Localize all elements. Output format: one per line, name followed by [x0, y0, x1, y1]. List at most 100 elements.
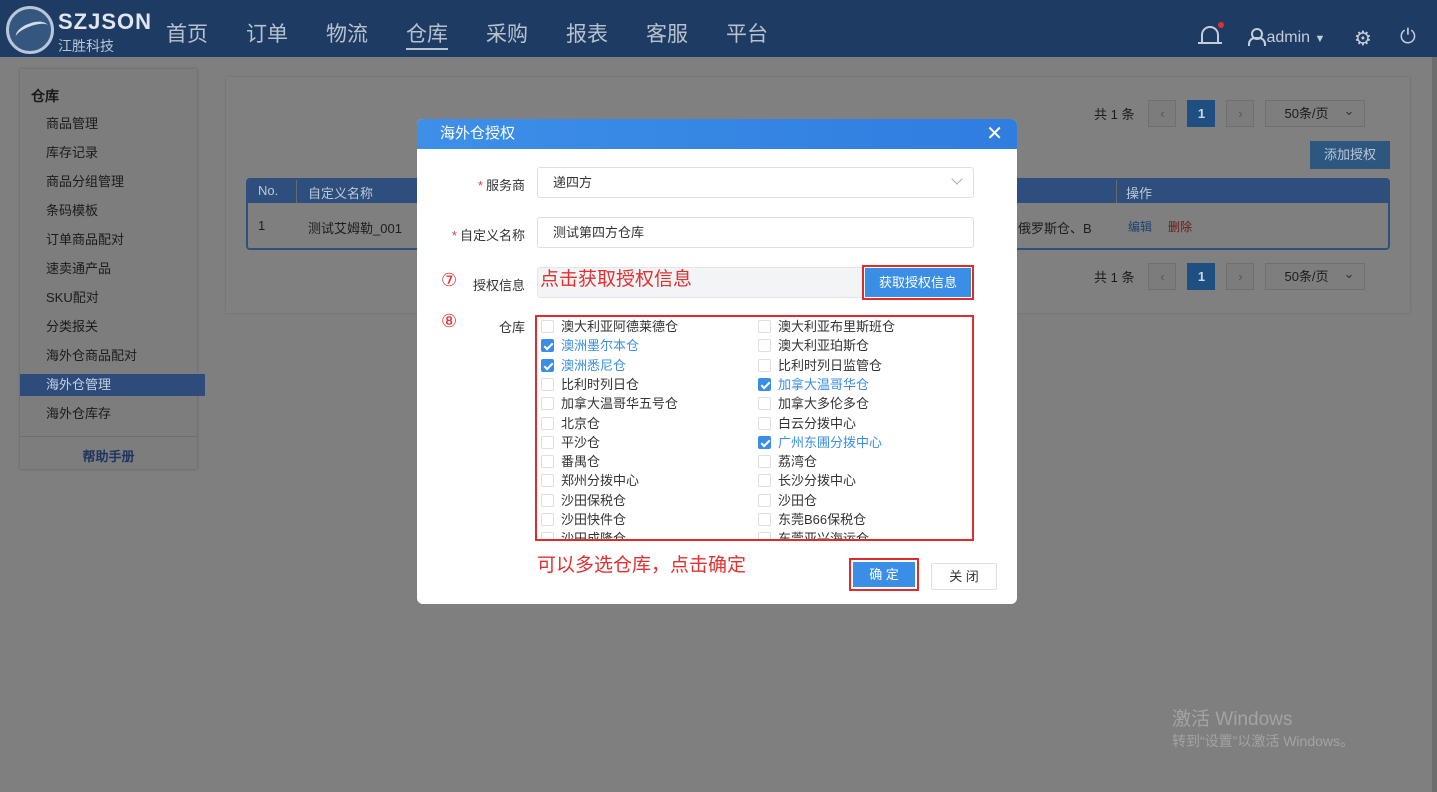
checkbox-unchecked[interactable]: [541, 493, 554, 507]
sidebar: 仓库 商品管理 库存记录 商品分组管理 条码模板 订单商品配对 速卖通产品 SK…: [20, 69, 205, 469]
sidebar-item-overseas-product-match[interactable]: 海外仓商品配对: [20, 345, 197, 367]
warehouse-checkbox-item[interactable]: 平沙仓: [537, 433, 600, 452]
warehouse-checkbox-item[interactable]: 北京仓: [537, 414, 600, 433]
checkbox-unchecked[interactable]: [541, 455, 554, 469]
checkbox-unchecked[interactable]: [758, 493, 771, 507]
warehouse-checkbox-item[interactable]: 沙田仓: [754, 491, 817, 510]
provider-select[interactable]: 递四方: [537, 167, 974, 198]
warehouse-checkbox-item[interactable]: 东莞B66保税仓: [754, 510, 866, 529]
caret-down-icon: ▼: [1314, 33, 1326, 45]
nav-home[interactable]: 首页: [166, 0, 246, 57]
warehouse-checkbox-item[interactable]: 澳洲悉尼仓: [537, 356, 626, 375]
checkbox-unchecked[interactable]: [541, 416, 554, 430]
warehouse-checkbox-item[interactable]: 广州东圃分拨中心: [754, 433, 882, 452]
checkbox-unchecked[interactable]: [541, 377, 554, 391]
warehouse-checkbox-item[interactable]: 澳洲墨尔本仓: [537, 336, 639, 355]
custom-name-input[interactable]: 测试第四方仓库: [537, 217, 974, 248]
warehouse-name: 沙田保税仓: [561, 492, 627, 508]
sidebar-item-products[interactable]: 商品管理: [20, 113, 197, 135]
warehouse-checkbox-list[interactable]: 澳大利亚阿德莱德仓 澳洲墨尔本仓 澳洲悉尼仓 比利时列日仓 加拿大温哥华五号仓 北京仓 平沙…: [535, 315, 974, 541]
nav-logistics[interactable]: 物流: [326, 0, 406, 57]
scrollbar-track[interactable]: [1432, 57, 1437, 792]
help-manual-link[interactable]: 帮助手册: [20, 436, 197, 469]
sidebar-item-customs[interactable]: 分类报关: [20, 316, 197, 338]
sidebar-item-aliexpress-products[interactable]: 速卖通产品: [20, 258, 197, 280]
warehouse-checkbox-item[interactable]: 荔湾仓: [754, 452, 817, 471]
dialog-title: 海外仓授权: [440, 125, 516, 142]
checkbox-unchecked[interactable]: [541, 435, 554, 449]
delete-link[interactable]: 删除: [1168, 218, 1192, 235]
warehouse-checkbox-item[interactable]: 番禺仓: [537, 452, 600, 471]
warehouse-checkbox-item[interactable]: 澳大利亚阿德莱德仓: [537, 317, 678, 336]
prev-page-button[interactable]: ‹: [1148, 100, 1177, 127]
edit-link[interactable]: 编辑: [1128, 218, 1152, 235]
checkbox-unchecked[interactable]: [758, 339, 771, 353]
warehouse-checkbox-item[interactable]: 比利时列日仓: [537, 375, 639, 394]
gear-icon[interactable]: ⚙: [1354, 26, 1372, 51]
sidebar-item-sku-match[interactable]: SKU配对: [20, 287, 197, 309]
bell-icon[interactable]: [1198, 22, 1224, 48]
page-1-button[interactable]: 1: [1187, 263, 1216, 290]
checkbox-unchecked[interactable]: [758, 474, 771, 488]
warehouse-checkbox-item[interactable]: 沙田保税仓: [537, 491, 626, 510]
logo[interactable]: SZJSON 江胜科技: [6, 4, 156, 54]
total-count: 共 1 条: [1094, 107, 1135, 122]
warehouse-name: 加拿大多伦多仓: [778, 396, 870, 412]
nav-platform[interactable]: 平台: [726, 0, 806, 57]
next-page-button[interactable]: ›: [1226, 263, 1255, 290]
page-size-select[interactable]: 50条/页: [1265, 261, 1366, 290]
checkbox-unchecked[interactable]: [758, 320, 771, 333]
sidebar-item-stock-records[interactable]: 库存记录: [20, 142, 197, 164]
checkbox-unchecked[interactable]: [758, 416, 771, 430]
sidebar-item-product-groups[interactable]: 商品分组管理: [20, 171, 197, 193]
checkbox-checked[interactable]: [758, 377, 771, 391]
checkbox-unchecked[interactable]: [758, 455, 771, 469]
next-page-button[interactable]: ›: [1226, 100, 1255, 127]
warehouse-checkbox-item[interactable]: 白云分拨中心: [754, 414, 856, 433]
checkbox-unchecked[interactable]: [758, 513, 771, 526]
checkbox-checked[interactable]: [758, 435, 771, 449]
warehouse-checkbox-item[interactable]: 加拿大多伦多仓: [754, 394, 869, 413]
checkbox-unchecked[interactable]: [758, 532, 771, 539]
warehouse-name: 番禺仓: [561, 454, 601, 470]
warehouse-checkbox-item[interactable]: 东莞亚兴海运仓: [754, 529, 869, 539]
nav-purchase[interactable]: 采购: [486, 0, 566, 57]
sidebar-item-order-product-match[interactable]: 订单商品配对: [20, 229, 197, 251]
checkbox-unchecked[interactable]: [758, 358, 771, 372]
confirm-button[interactable]: 确 定: [849, 558, 919, 591]
add-auth-button[interactable]: 添加授权: [1310, 141, 1390, 169]
warehouse-checkbox-item[interactable]: 沙田成隆仓: [537, 529, 626, 539]
checkbox-unchecked[interactable]: [541, 320, 554, 333]
checkbox-unchecked[interactable]: [758, 397, 771, 411]
checkbox-unchecked[interactable]: [541, 474, 554, 488]
warehouse-checkbox-item[interactable]: 比利时列日监管仓: [754, 356, 882, 375]
warehouse-checkbox-item[interactable]: 加拿大温哥华仓: [754, 375, 869, 394]
warehouse-checkbox-item[interactable]: 郑州分拨中心: [537, 471, 639, 490]
nav-reports[interactable]: 报表: [566, 0, 646, 57]
sidebar-item-overseas-warehouse[interactable]: 海外仓管理: [20, 374, 205, 396]
page-size-select[interactable]: 50条/页: [1265, 98, 1366, 127]
nav-warehouse[interactable]: 仓库: [406, 0, 486, 57]
user-menu[interactable]: admin ▼: [1248, 28, 1325, 47]
sidebar-item-barcode-template[interactable]: 条码模板: [20, 200, 197, 222]
sidebar-item-overseas-stock[interactable]: 海外仓库存: [20, 403, 197, 425]
nav-service[interactable]: 客服: [646, 0, 726, 57]
windows-activation-title: 激活 Windows: [1172, 709, 1293, 730]
get-auth-button[interactable]: 获取授权信息: [862, 265, 974, 300]
checkbox-unchecked[interactable]: [541, 532, 554, 539]
checkbox-unchecked[interactable]: [541, 513, 554, 526]
close-button[interactable]: 关 闭: [931, 563, 997, 590]
warehouse-checkbox-item[interactable]: 澳大利亚珀斯仓: [754, 336, 869, 355]
close-icon[interactable]: ✕: [986, 119, 1003, 149]
warehouse-checkbox-item[interactable]: 加拿大温哥华五号仓: [537, 394, 678, 413]
warehouse-checkbox-item[interactable]: 澳大利亚布里斯班仓: [754, 317, 895, 336]
nav-orders[interactable]: 订单: [246, 0, 326, 57]
checkbox-checked[interactable]: [541, 339, 554, 353]
checkbox-unchecked[interactable]: [541, 397, 554, 411]
checkbox-checked[interactable]: [541, 358, 554, 372]
page-1-button[interactable]: 1: [1187, 100, 1216, 127]
warehouse-checkbox-item[interactable]: 长沙分拨中心: [754, 471, 856, 490]
prev-page-button[interactable]: ‹: [1148, 263, 1177, 290]
power-icon[interactable]: ⏻: [1400, 26, 1416, 49]
warehouse-checkbox-item[interactable]: 沙田快件仓: [537, 510, 626, 529]
